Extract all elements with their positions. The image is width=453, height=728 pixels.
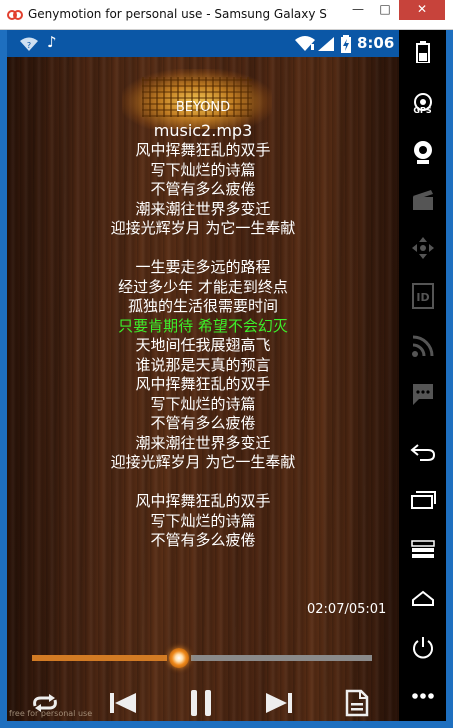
battery-charging-icon	[341, 35, 351, 53]
media-capture-icon[interactable]	[399, 180, 446, 220]
lyric-line: 潮来潮往世界多变迁	[135, 199, 271, 218]
back-icon[interactable]	[399, 432, 446, 472]
genymotion-logo-icon	[7, 10, 23, 20]
window-titlebar: Genymotion for personal use - Samsung Ga…	[0, 0, 453, 30]
emulator-toolbar: GPS ID	[399, 30, 446, 721]
lyric-line: 不管有多么疲倦	[150, 414, 256, 432]
battery-icon[interactable]	[399, 32, 446, 72]
lyric-line: 写下灿烂的诗篇	[150, 394, 256, 413]
artist-name: BEYOND	[175, 100, 231, 115]
maximize-button[interactable]: □	[372, 0, 398, 20]
lyrics-panel[interactable]: 风中挥舞狂乱的双手 写下灿烂的诗篇 不管有多么疲倦 潮来潮往世界多变迁 迎接光辉岁月 为…	[7, 141, 399, 551]
lyric-line: 风中挥舞狂乱的双手	[135, 375, 271, 393]
lyric-line: 风中挥舞狂乱的双手	[135, 141, 271, 159]
status-bar: ? ♪ 8:06	[7, 30, 399, 57]
lyric-line: 天地间任我展翅高飞	[135, 336, 271, 354]
close-button[interactable]: ✕	[399, 0, 445, 20]
lyric-line: 风中挥舞狂乱的双手	[135, 492, 271, 510]
minimize-button[interactable]: —	[345, 0, 371, 20]
wifi-icon	[295, 36, 315, 51]
webcam-icon[interactable]	[399, 132, 446, 172]
equalizer-logo	[122, 69, 272, 129]
recent-apps-icon[interactable]	[399, 480, 446, 520]
cast-icon[interactable]	[399, 326, 446, 366]
device-frame: ? ♪ 8:06 BEYOND music2.mp3 风中挥舞狂乱的双手 写下灿烂…	[7, 30, 446, 721]
watermark: free for personal use	[9, 709, 93, 718]
seek-thumb[interactable]	[169, 648, 190, 668]
dpad-icon[interactable]	[399, 228, 446, 268]
wifi-unknown-icon: ?	[20, 37, 38, 51]
svg-text:?: ?	[27, 41, 31, 50]
previous-icon[interactable]	[103, 685, 143, 721]
lyric-line-active: 只要肯期待 希望不会幻灭	[118, 316, 288, 335]
power-icon[interactable]	[399, 628, 446, 668]
gps-icon[interactable]: GPS	[399, 82, 446, 122]
music-note-icon: ♪	[47, 33, 57, 51]
lyric-line: 不管有多么疲倦	[150, 531, 256, 549]
gps-label: GPS	[413, 106, 432, 115]
pause-icon[interactable]	[181, 685, 221, 721]
lyric-line	[7, 239, 399, 259]
lyric-line: 一生要走多远的路程	[135, 258, 271, 276]
home-icon[interactable]	[399, 578, 446, 618]
lyric-line: 迎接光辉岁月 为它一生奉献	[110, 219, 296, 237]
signal-icon	[318, 37, 334, 51]
lyric-line: 不管有多么疲倦	[150, 180, 256, 198]
menu-icon[interactable]	[399, 530, 446, 570]
lyric-line: 写下灿烂的诗篇	[150, 511, 256, 530]
playlist-icon[interactable]	[337, 685, 377, 721]
next-icon[interactable]	[259, 685, 299, 721]
clock: 8:06	[357, 34, 395, 52]
message-icon[interactable]	[399, 374, 446, 414]
lyric-line: 经过多少年 才能走到终点	[118, 277, 288, 296]
lyric-line: 潮来潮往世界多变迁	[135, 433, 271, 452]
seek-bar-played	[32, 655, 168, 661]
more-icon[interactable]	[399, 676, 446, 716]
window-title: Genymotion for personal use - Samsung Ga…	[28, 7, 328, 21]
lyric-line: 迎接光辉岁月 为它一生奉献	[110, 453, 296, 471]
seek-bar[interactable]	[32, 648, 372, 668]
song-title: music2.mp3	[153, 121, 253, 140]
player-screen: BEYOND music2.mp3 风中挥舞狂乱的双手 写下灿烂的诗篇 不管有多么疲…	[7, 57, 399, 721]
identifier-icon[interactable]: ID	[399, 276, 446, 316]
lyric-line: 谁说那是天真的预言	[135, 355, 271, 374]
time-readout: 02:07/05:01	[307, 602, 387, 617]
lyric-line: 写下灿烂的诗篇	[150, 160, 256, 179]
seek-bar-remaining	[191, 655, 372, 661]
lyric-line	[7, 473, 399, 493]
identifier-label: ID	[416, 291, 429, 304]
lyric-line: 孤独的生活很需要时间	[127, 297, 278, 315]
